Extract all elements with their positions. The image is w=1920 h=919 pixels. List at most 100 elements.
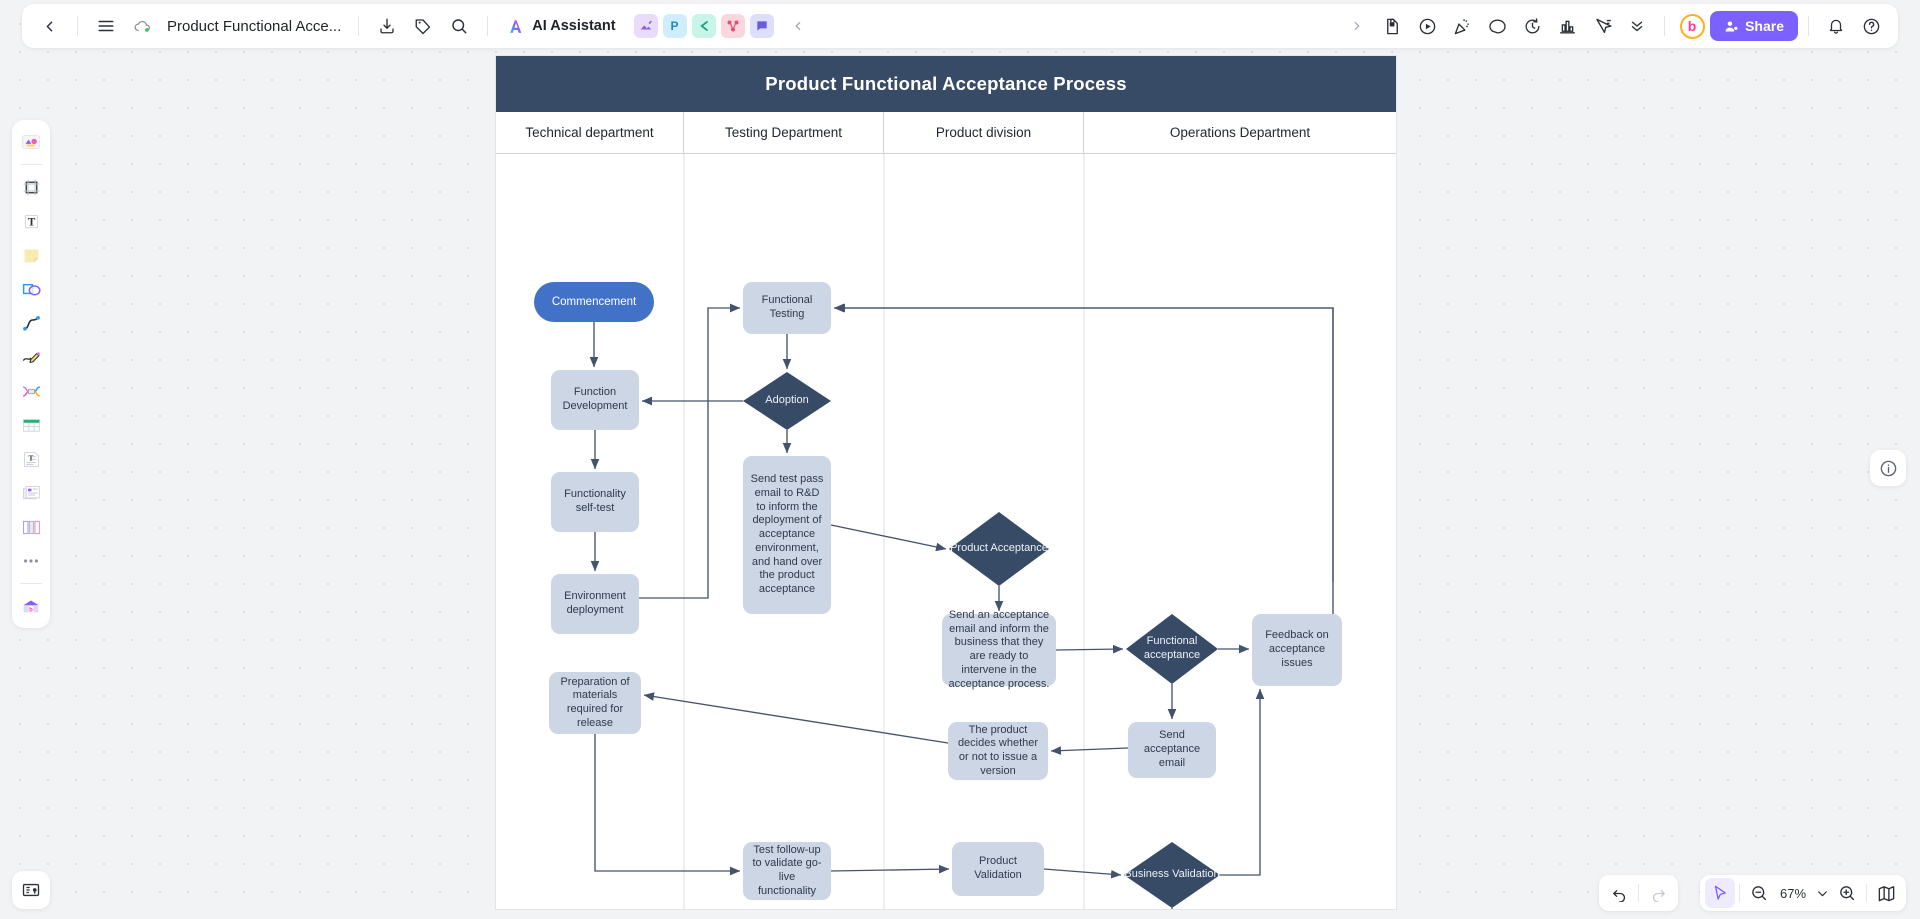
brand-badge-avatar[interactable]: b xyxy=(1675,9,1709,43)
node-send-test-pass-email[interactable]: Send test pass email to R&D to inform th… xyxy=(743,456,831,614)
swimlane-header-2[interactable]: Testing Department xyxy=(684,112,884,153)
chart-icon[interactable] xyxy=(1550,9,1584,43)
text-icon[interactable]: T xyxy=(16,206,46,236)
connector[interactable] xyxy=(643,692,949,744)
history-icon[interactable] xyxy=(1515,9,1549,43)
node-send-acceptance-email[interactable]: Send acceptance email xyxy=(1128,722,1216,778)
back-button[interactable] xyxy=(32,9,66,43)
brand-badge-letter: b xyxy=(1679,13,1705,39)
download-export-icon[interactable] xyxy=(370,9,404,43)
node-product-acceptance[interactable]: Product Acceptance xyxy=(949,512,1049,586)
search-icon[interactable] xyxy=(442,9,476,43)
svg-text:T: T xyxy=(28,453,33,462)
swimlane-headers: Technical department Testing Department Pr… xyxy=(496,112,1396,154)
connector[interactable] xyxy=(830,524,947,552)
tag-icon[interactable] xyxy=(406,9,440,43)
node-functional-acceptance[interactable]: Functional acceptance xyxy=(1126,614,1218,684)
info-circle-icon xyxy=(1880,460,1896,476)
chat-bubble-icon[interactable] xyxy=(749,14,774,38)
redo-button[interactable] xyxy=(1643,878,1673,908)
zoom-out-button[interactable] xyxy=(1744,878,1774,908)
expand-tools-button[interactable] xyxy=(1340,9,1374,43)
more-dots-icon[interactable] xyxy=(16,546,46,576)
minimap-button[interactable] xyxy=(1871,878,1901,908)
node-preparation-of-materials[interactable]: Preparation of materials required for re… xyxy=(549,672,641,734)
node-label: Environment deployment xyxy=(564,590,626,616)
node-label: Send acceptance email xyxy=(1143,729,1201,769)
connector[interactable] xyxy=(1055,644,1124,654)
diagram-canvas[interactable]: Product Functional Acceptance Process Te… xyxy=(496,56,1396,909)
table-icon[interactable] xyxy=(16,410,46,440)
frame-icon[interactable] xyxy=(16,172,46,202)
ai-assistant-label: AI Assistant xyxy=(532,18,616,34)
node-function-development[interactable]: Function Development xyxy=(551,370,639,430)
image-ai-icon[interactable] xyxy=(633,14,658,38)
text-block-icon[interactable]: T xyxy=(16,444,46,474)
share-button[interactable]: Share xyxy=(1710,11,1798,41)
share-person-icon xyxy=(1725,20,1738,31)
templates-icon[interactable]: b xyxy=(16,591,46,621)
hamburger-menu-icon[interactable] xyxy=(89,9,123,43)
node-product-decides-version[interactable]: The product decides whether or not to is… xyxy=(948,722,1048,780)
connector[interactable] xyxy=(594,734,741,876)
connector[interactable] xyxy=(1220,688,1265,876)
divider xyxy=(1866,884,1867,902)
connector[interactable] xyxy=(1043,868,1122,879)
node-label: Commencement xyxy=(551,295,637,308)
notification-bell-icon[interactable] xyxy=(1819,9,1853,43)
sticky-note-icon[interactable] xyxy=(16,240,46,270)
help-question-icon[interactable] xyxy=(1854,9,1888,43)
ai-logo-icon xyxy=(510,19,522,33)
ppt-icon[interactable]: P xyxy=(662,14,687,38)
play-presentation-icon[interactable] xyxy=(1410,9,1444,43)
swimlane-header-4[interactable]: Operations Department xyxy=(1084,112,1396,153)
ai-assistant-button[interactable]: AI Assistant xyxy=(499,12,623,41)
node-commencement[interactable]: Commencement xyxy=(534,282,654,322)
document-panel-icon xyxy=(22,883,40,897)
node-label: Functionality self-test xyxy=(564,488,626,514)
divider xyxy=(77,16,78,36)
collapse-apps-button[interactable] xyxy=(781,9,815,43)
node-product-validation[interactable]: Product Validation xyxy=(952,842,1044,896)
zoom-level-label[interactable]: 67% xyxy=(1774,886,1812,901)
swimlane-header-3[interactable]: Product division xyxy=(884,112,1084,153)
node-functionality-self-test[interactable]: Functionality self-test xyxy=(551,472,639,532)
zoom-dropdown-button[interactable] xyxy=(1812,878,1832,908)
mindmap-tool-icon[interactable] xyxy=(16,376,46,406)
node-business-validation[interactable]: Business Validation xyxy=(1124,842,1220,908)
node-test-follow-up[interactable]: Test follow-up to validate go-live funct… xyxy=(743,842,831,900)
node-environment-deployment[interactable]: Environment deployment xyxy=(551,574,639,634)
pen-draw-icon[interactable] xyxy=(16,342,46,372)
node-functional-testing[interactable]: Functional Testing xyxy=(743,282,831,334)
lock-page-icon[interactable] xyxy=(1375,9,1409,43)
diagram-title: Product Functional Acceptance Process xyxy=(496,56,1396,112)
connector[interactable] xyxy=(639,303,741,599)
zoom-in-button[interactable] xyxy=(1832,878,1862,908)
shapes-library-icon[interactable] xyxy=(16,127,46,157)
shape-tool-icon[interactable] xyxy=(16,274,46,304)
undo-button[interactable] xyxy=(1604,878,1634,908)
document-panel-button[interactable] xyxy=(12,871,50,909)
divider xyxy=(20,583,42,584)
connector-curve-icon[interactable] xyxy=(16,308,46,338)
node-label: Feedback on acceptance issues xyxy=(1265,629,1329,669)
cursor-pointer-icon[interactable] xyxy=(1585,9,1619,43)
node-feedback-on-acceptance-issues[interactable]: Feedback on acceptance issues xyxy=(1252,614,1342,686)
document-title[interactable]: Product Functional Acce... xyxy=(161,14,347,39)
select-pointer-button[interactable] xyxy=(1705,878,1735,908)
kanban-icon[interactable] xyxy=(16,512,46,542)
node-label: Preparation of materials required for re… xyxy=(560,675,630,729)
chevron-double-down-icon[interactable] xyxy=(1620,9,1654,43)
topology-icon[interactable] xyxy=(720,14,745,38)
mindmap-icon[interactable] xyxy=(691,14,716,38)
comment-icon[interactable] xyxy=(1480,9,1514,43)
celebrate-icon[interactable] xyxy=(1445,9,1479,43)
node-adoption[interactable]: Adoption xyxy=(743,372,831,430)
info-button[interactable] xyxy=(1870,450,1906,486)
node-send-acceptance-email-inform[interactable]: Send an acceptance email and inform the … xyxy=(942,609,1056,690)
swimlane-header-1[interactable]: Technical department xyxy=(496,112,684,153)
card-icon[interactable] xyxy=(16,478,46,508)
divider xyxy=(487,16,489,36)
connector[interactable] xyxy=(1050,746,1129,755)
connector[interactable] xyxy=(830,864,950,874)
